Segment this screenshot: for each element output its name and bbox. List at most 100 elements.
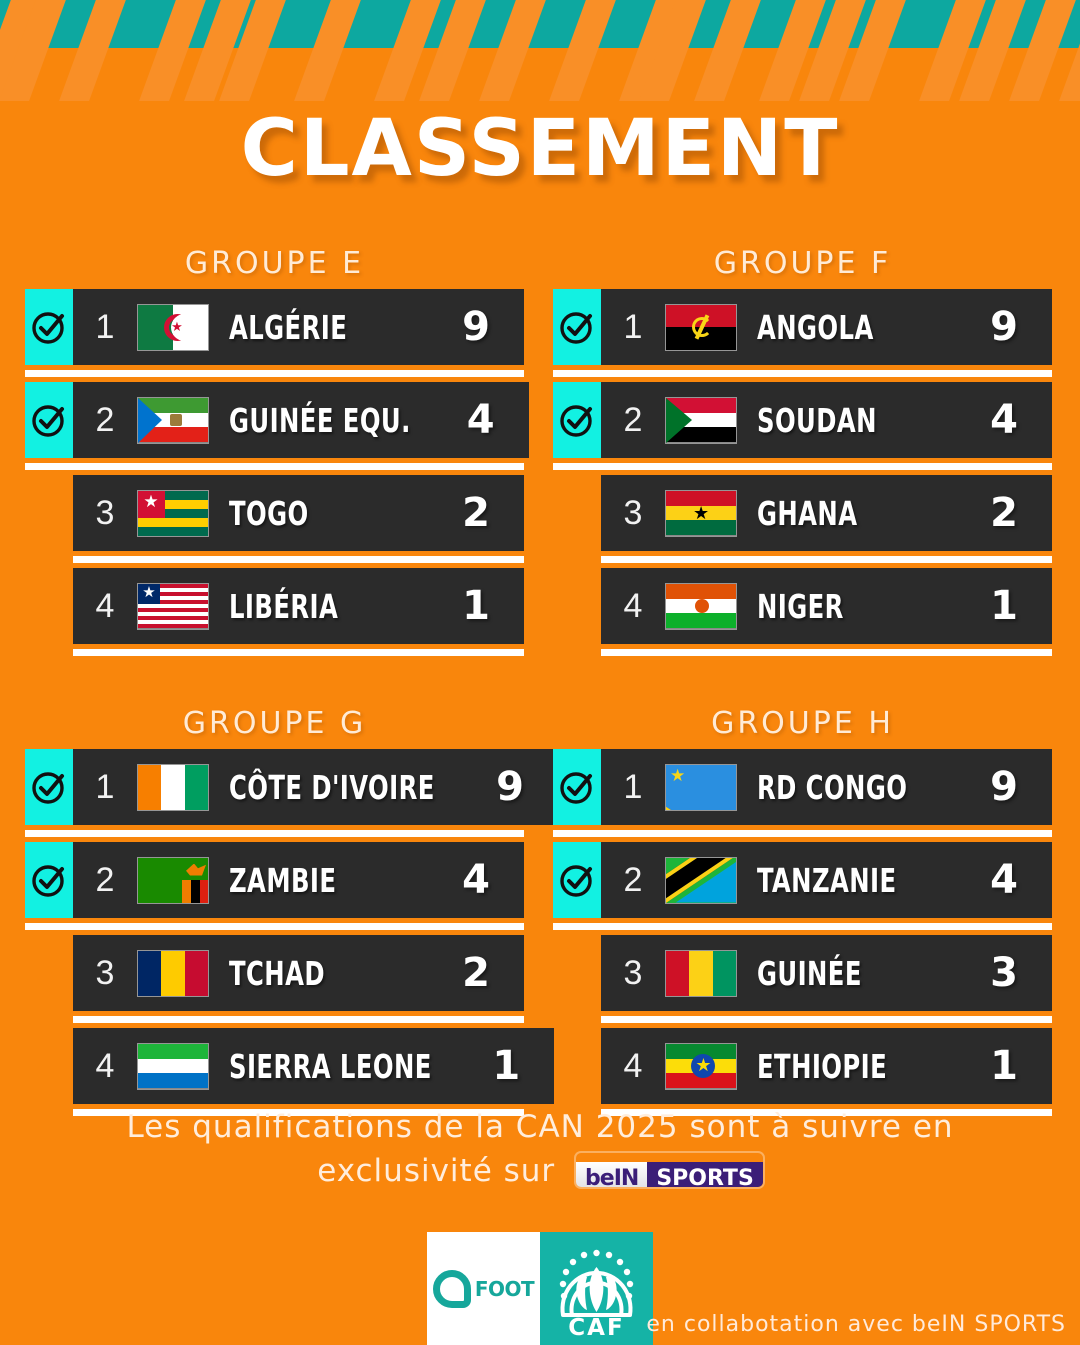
- points-value: 4: [462, 857, 490, 903]
- row-divider: [553, 830, 1052, 837]
- bein-logo-word2: SPORTS: [647, 1162, 763, 1187]
- rank-number: 1: [95, 307, 115, 346]
- rank-number: 4: [95, 1046, 115, 1085]
- qualified-check-icon: [32, 312, 64, 344]
- table-row[interactable]: 4 NIGER 1: [553, 568, 1052, 644]
- country-name: GUINÉE EQU.: [229, 400, 411, 440]
- points-value: 4: [990, 397, 1018, 443]
- group-title: GROUPE F: [713, 246, 892, 281]
- table-row[interactable]: 2 TANZANIE 4: [553, 842, 1052, 918]
- country-name: ZAMBIE: [229, 860, 337, 900]
- flag-icon-niger: [665, 582, 737, 630]
- bein-logo-word1: beIN: [576, 1162, 648, 1187]
- partner-logos: FOOT CAF: [427, 1232, 653, 1345]
- qualified-check-icon: [32, 405, 64, 437]
- afoot-logo-text: FOOT: [474, 1276, 535, 1301]
- qualified-check-icon: [560, 405, 592, 437]
- row-body: 4 NIGER 1: [601, 568, 1052, 644]
- row-body: 2 ZAMBIE 4: [73, 842, 524, 918]
- groups-row: GROUPE G 1 CÔTE D'IVOIRE 9 2 ZAMBIE 4 3 TCHAD 2…: [0, 661, 1080, 1121]
- afoot-logo-panel: FOOT: [427, 1232, 540, 1345]
- table-row[interactable]: 3 GUINÉE 3: [553, 935, 1052, 1011]
- row-body: 4 ★ LIBÉRIA 1: [73, 568, 524, 644]
- row-body: 4 ★ ETHIOPIE 1: [601, 1028, 1052, 1104]
- flag-icon-zambia: [137, 856, 209, 904]
- qualified-badge-empty: [25, 1028, 73, 1104]
- table-row[interactable]: 1 ★ RD CONGO 9: [553, 749, 1052, 825]
- table-row[interactable]: 3 TCHAD 2: [25, 935, 524, 1011]
- qualified-check-icon: [560, 865, 592, 897]
- flag-icon-dr-congo: ★: [665, 763, 737, 811]
- qualified-badge: [25, 842, 73, 918]
- country-name: TANZANIE: [757, 860, 897, 900]
- country-name: GUINÉE: [757, 953, 862, 993]
- qualified-check-icon: [560, 772, 592, 804]
- table-row[interactable]: 4 ★ LIBÉRIA 1: [25, 568, 524, 644]
- flag-icon-angola: [665, 303, 737, 351]
- table-row[interactable]: 1 ★ ALGÉRIE 9: [25, 289, 524, 365]
- points-value: 9: [990, 764, 1018, 810]
- row-divider: [553, 370, 1052, 377]
- qualified-badge: [25, 382, 73, 458]
- row-body: 3 TCHAD 2: [73, 935, 524, 1011]
- rank-number: 4: [623, 586, 643, 625]
- table-row[interactable]: 2 GUINÉE EQU. 4: [25, 382, 529, 458]
- row-body: 3 ★ GHANA 2: [601, 475, 1052, 551]
- row-divider: [553, 923, 1052, 930]
- qualified-check-icon: [32, 865, 64, 897]
- country-name: SOUDAN: [757, 400, 877, 440]
- top-teal-band: [0, 0, 1080, 48]
- qualified-badge: [25, 289, 73, 365]
- flag-icon-ghana: ★: [665, 489, 737, 537]
- qualified-badge-empty: [25, 568, 73, 644]
- points-value: 2: [990, 490, 1018, 536]
- rank-number: 3: [623, 953, 643, 992]
- row-divider: [553, 463, 1052, 470]
- afoot-mark-icon: [432, 1269, 471, 1308]
- points-value: 3: [990, 950, 1018, 996]
- country-name: GHANA: [757, 493, 858, 533]
- rank-number: 1: [95, 767, 115, 806]
- points-value: 4: [990, 857, 1018, 903]
- country-name: TCHAD: [229, 953, 325, 993]
- country-name: SIERRA LEONE: [229, 1046, 432, 1086]
- table-row[interactable]: 1 ANGOLA 9: [553, 289, 1052, 365]
- rank-number: 4: [95, 586, 115, 625]
- points-value: 1: [990, 583, 1018, 629]
- flag-icon-algeria: ★: [137, 303, 209, 351]
- rank-number: 3: [95, 953, 115, 992]
- country-name: ALGÉRIE: [229, 307, 348, 347]
- country-name: ETHIOPIE: [757, 1046, 888, 1086]
- points-value: 2: [462, 490, 490, 536]
- table-row[interactable]: 1 CÔTE D'IVOIRE 9: [25, 749, 558, 825]
- group-title: GROUPE E: [184, 246, 365, 281]
- table-row[interactable]: 2 SOUDAN 4: [553, 382, 1052, 458]
- points-value: 1: [462, 583, 490, 629]
- qualified-badge-empty: [553, 935, 601, 1011]
- row-body: 2 TANZANIE 4: [601, 842, 1052, 918]
- qualified-badge-empty: [553, 568, 601, 644]
- points-value: 4: [466, 397, 495, 443]
- country-name: ANGOLA: [757, 307, 874, 347]
- points-value: 9: [496, 764, 524, 810]
- table-row[interactable]: 3 ★ TOGO 2: [25, 475, 524, 551]
- country-name: RD CONGO: [757, 767, 908, 807]
- caf-logo-panel: CAF: [540, 1232, 653, 1345]
- rank-number: 2: [623, 400, 643, 439]
- rank-number: 3: [95, 493, 115, 532]
- table-row[interactable]: 2 ZAMBIE 4: [25, 842, 524, 918]
- rank-number: 2: [95, 400, 115, 439]
- qualified-badge: [553, 749, 601, 825]
- row-divider: [25, 830, 524, 837]
- rank-number: 4: [623, 1046, 643, 1085]
- table-row[interactable]: 4 ★ ETHIOPIE 1: [553, 1028, 1052, 1104]
- row-body: 4 SIERRA LEONE 1: [73, 1028, 555, 1104]
- table-row[interactable]: 3 ★ GHANA 2: [553, 475, 1052, 551]
- group-standings-table: 1 ANGOLA 9 2 SOUDAN 4 3 ★ GHANA 2 4 NIGER 1: [553, 289, 1052, 656]
- qualified-badge: [553, 842, 601, 918]
- points-value: 1: [990, 1043, 1018, 1089]
- rank-number: 3: [623, 493, 643, 532]
- table-row[interactable]: 4 SIERRA LEONE 1: [25, 1028, 555, 1104]
- group-title: GROUPE G: [182, 706, 367, 741]
- bein-sports-logo: beIN SPORTS: [576, 1153, 763, 1187]
